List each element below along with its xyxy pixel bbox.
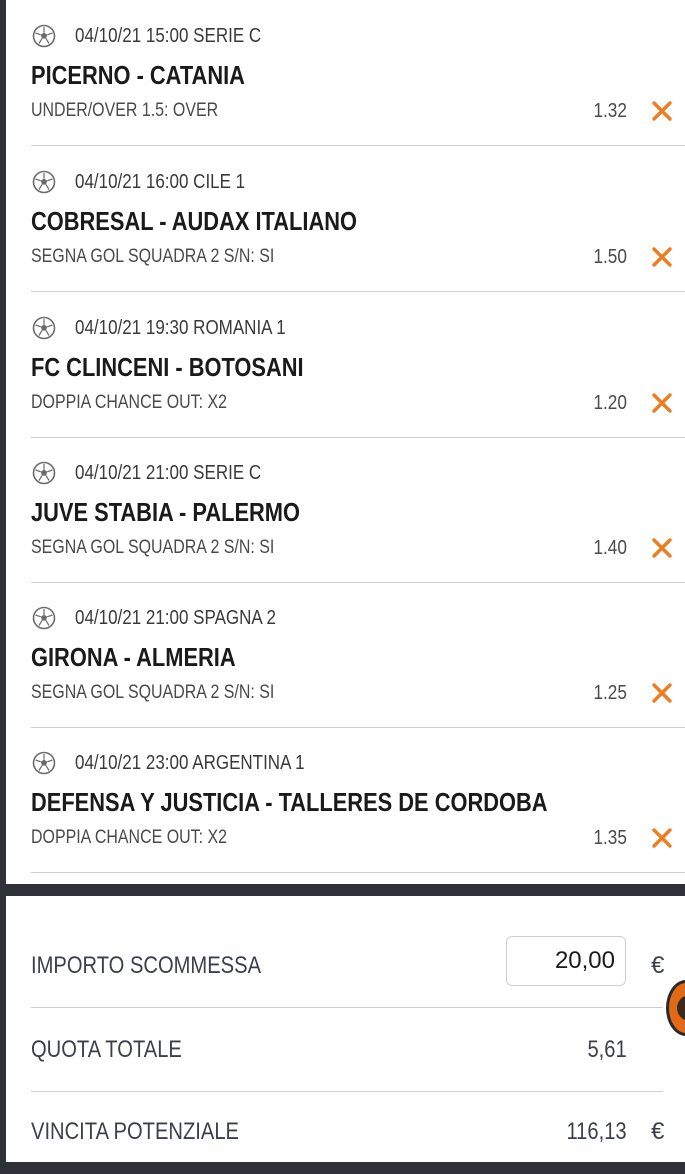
potential-win-value: 116,13	[566, 1118, 627, 1145]
event-odd: 1.20	[593, 392, 627, 414]
event-match: GIRONA - ALMERIA	[31, 642, 236, 672]
close-x-icon	[652, 683, 672, 703]
event-market: SEGNA GOL SQUADRA 2 S/N: SI	[31, 537, 275, 558]
event-datetime-league: 04/10/21 19:30 ROMANIA 1	[75, 316, 286, 339]
event-item: 04/10/21 21:00 SERIE C JUVE STABIA - PAL…	[6, 437, 685, 583]
event-match: COBRESAL - AUDAX ITALIANO	[31, 206, 357, 236]
bet-summary: IMPORTO SCOMMESSA € QUOTA TOTALE 5,61 VI…	[6, 896, 685, 1162]
remove-event-button[interactable]	[649, 825, 675, 851]
event-item: 04/10/21 15:00 SERIE C PICERNO - CATANIA…	[6, 0, 685, 146]
remove-event-button[interactable]	[649, 680, 675, 706]
remove-event-button[interactable]	[649, 390, 675, 416]
event-market: SEGNA GOL SQUADRA 2 S/N: SI	[31, 246, 275, 267]
event-market: SEGNA GOL SQUADRA 2 S/N: SI	[31, 682, 275, 703]
soccer-ball-icon	[32, 751, 56, 775]
event-meta: 04/10/21 21:00 SERIE C	[32, 459, 294, 487]
total-odds-label: QUOTA TOTALE	[31, 1036, 182, 1063]
event-meta: 04/10/21 19:30 ROMANIA 1	[32, 314, 323, 342]
event-item: 04/10/21 16:00 CILE 1 COBRESAL - AUDAX I…	[6, 146, 685, 292]
event-meta: 04/10/21 16:00 CILE 1	[32, 168, 275, 196]
floating-button-icon	[677, 995, 685, 1021]
event-item: 04/10/21 23:00 ARGENTINA 1 DEFENSA Y JUS…	[6, 727, 685, 873]
soccer-ball-icon	[32, 606, 56, 630]
close-x-icon	[652, 393, 672, 413]
event-datetime-league: 04/10/21 21:00 SPAGNA 2	[75, 606, 276, 629]
event-odd: 1.35	[593, 827, 627, 849]
event-market: DOPPIA CHANCE OUT: X2	[31, 392, 228, 413]
soccer-ball-icon	[32, 24, 56, 48]
event-item: 04/10/21 21:00 SPAGNA 2 GIRONA - ALMERIA…	[6, 582, 685, 728]
event-datetime-league: 04/10/21 16:00 CILE 1	[75, 170, 246, 193]
stake-row: IMPORTO SCOMMESSA €	[6, 924, 685, 1008]
bet-slip-events: 04/10/21 15:00 SERIE C PICERNO - CATANIA…	[6, 0, 685, 884]
soccer-ball-icon	[32, 170, 56, 194]
potential-win-row: VINCITA POTENZIALE 116,13 €	[6, 1090, 685, 1174]
event-meta: 04/10/21 15:00 SERIE C	[32, 22, 294, 50]
event-item: 04/10/21 19:30 ROMANIA 1 FC CLINCENI - B…	[6, 292, 685, 438]
event-datetime-league: 04/10/21 21:00 SERIE C	[75, 461, 262, 484]
total-odds-row: QUOTA TOTALE 5,61	[6, 1008, 685, 1092]
event-match: PICERNO - CATANIA	[31, 60, 245, 90]
event-odd: 1.40	[593, 537, 627, 559]
soccer-ball-icon	[32, 461, 56, 485]
stake-label: IMPORTO SCOMMESSA	[31, 952, 262, 979]
event-match: DEFENSA Y JUSTICIA - TALLERES DE CORDOBA	[31, 787, 548, 817]
divider	[31, 872, 685, 873]
event-match: FC CLINCENI - BOTOSANI	[31, 352, 304, 382]
close-x-icon	[652, 538, 672, 558]
event-odd: 1.25	[593, 682, 627, 704]
potential-win-currency: €	[651, 1118, 665, 1145]
event-odd: 1.32	[593, 100, 627, 122]
event-match: JUVE STABIA - PALERMO	[31, 497, 300, 527]
stake-input[interactable]	[507, 937, 625, 985]
remove-event-button[interactable]	[649, 244, 675, 270]
stake-amount-field[interactable]	[506, 936, 626, 986]
close-x-icon	[652, 101, 672, 121]
soccer-ball-icon	[32, 316, 56, 340]
event-market: DOPPIA CHANCE OUT: X2	[31, 827, 228, 848]
stake-currency: €	[651, 952, 665, 979]
event-datetime-league: 04/10/21 15:00 SERIE C	[75, 24, 262, 47]
event-meta: 04/10/21 21:00 SPAGNA 2	[32, 604, 311, 632]
event-meta: 04/10/21 23:00 ARGENTINA 1	[32, 749, 345, 777]
potential-win-label: VINCITA POTENZIALE	[31, 1118, 239, 1145]
close-x-icon	[652, 828, 672, 848]
event-datetime-league: 04/10/21 23:00 ARGENTINA 1	[75, 751, 305, 774]
remove-event-button[interactable]	[649, 98, 675, 124]
event-odd: 1.50	[593, 246, 627, 268]
remove-event-button[interactable]	[649, 535, 675, 561]
close-x-icon	[652, 247, 672, 267]
event-market: UNDER/OVER 1.5: OVER	[31, 100, 219, 121]
total-odds-value: 5,61	[587, 1036, 627, 1063]
